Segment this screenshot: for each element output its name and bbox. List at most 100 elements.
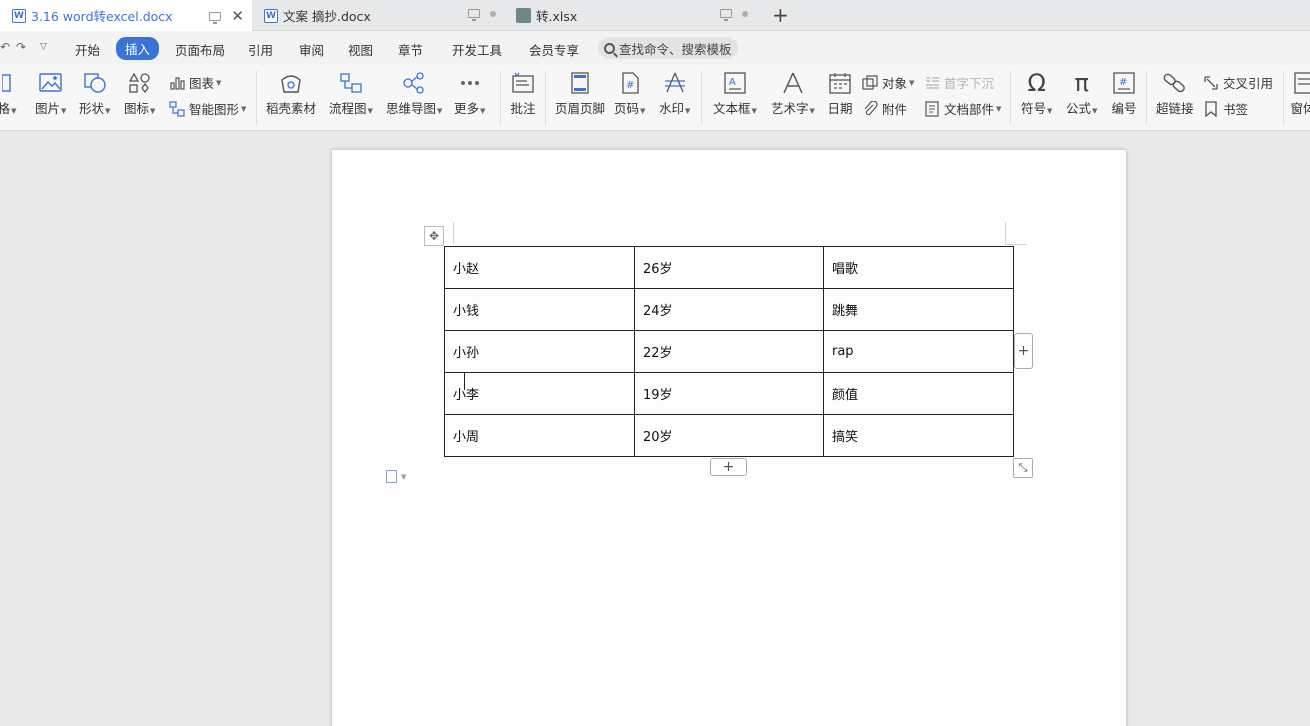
hyperlink-button[interactable]: 超链接	[1156, 70, 1194, 116]
chart-button[interactable]: 图表 ▼	[169, 73, 221, 92]
table-cell[interactable]: 唱歌	[823, 246, 1014, 289]
ribbon-separator	[500, 71, 501, 125]
close-icon[interactable]: ✕	[231, 9, 244, 24]
chart-icon	[169, 75, 185, 91]
numbering-button[interactable]: # 编号	[1111, 70, 1137, 116]
object-icon	[862, 74, 878, 91]
object-button[interactable]: 对象 ▼	[862, 73, 914, 92]
textbox-icon: A	[722, 70, 748, 96]
attachment-button[interactable]: 附件	[862, 99, 907, 118]
table-cell[interactable]: 19岁	[634, 372, 824, 415]
bookmark-button[interactable]: 书签	[1203, 99, 1248, 118]
smartart-icon	[169, 100, 185, 117]
menu-review[interactable]: 审阅	[299, 40, 324, 59]
table-cell[interactable]: 20岁	[634, 414, 824, 457]
ribbon-partial-left[interactable]: 格▼	[0, 70, 20, 118]
picture-button[interactable]: 图片▼	[35, 70, 66, 118]
menu-home[interactable]: 开始	[75, 40, 100, 59]
new-tab-plus-icon[interactable]: +	[772, 3, 789, 27]
omega-icon: Ω	[1027, 69, 1046, 97]
table-cell[interactable]: 小钱	[444, 288, 635, 331]
date-button[interactable]: 日期	[827, 70, 853, 116]
monitor-icon[interactable]	[720, 9, 732, 21]
chevron-down-icon: ▼	[401, 472, 407, 481]
table-row: 小周 20岁 搞笑	[444, 414, 1014, 457]
table-cell[interactable]: 22岁	[634, 330, 824, 373]
page-number-icon: #	[617, 70, 643, 96]
add-column-button[interactable]: +	[1014, 333, 1033, 369]
customize-toolbar-icon[interactable]: ▽	[40, 42, 47, 52]
menu-member[interactable]: 会员专享	[529, 40, 579, 59]
table-cell[interactable]: 小孙	[444, 330, 635, 373]
watermark-button[interactable]: 水印▼	[659, 70, 690, 118]
unsaved-dot-icon	[490, 10, 496, 17]
watermark-icon	[662, 70, 688, 96]
data-table[interactable]: 小赵 26岁 唱歌 小钱 24岁 跳舞 小孙 22岁 rap 小李 19岁 颜值…	[444, 246, 1014, 457]
search-placeholder: 查找命令、搜索模板	[619, 41, 732, 57]
picture-icon	[38, 70, 64, 96]
cross-reference-button[interactable]: 交叉引用	[1203, 73, 1273, 92]
word-doc-icon: W	[264, 8, 278, 23]
comment-button[interactable]: 批注	[510, 70, 536, 116]
bookmark-icon	[1203, 100, 1219, 117]
table-cell[interactable]: 24岁	[634, 288, 824, 331]
material-button[interactable]: 稻壳素材	[266, 70, 316, 116]
svg-text:A: A	[729, 77, 736, 88]
numbering-icon: #	[1111, 70, 1137, 96]
shape-icon	[82, 70, 108, 96]
flowchart-button[interactable]: 流程图▼	[329, 70, 373, 118]
table-cell[interactable]: 小周	[444, 414, 635, 457]
paragraph-options[interactable]: ▼	[386, 470, 406, 483]
unsaved-dot-icon	[742, 10, 748, 17]
menu-chapter[interactable]: 章节	[398, 40, 423, 59]
header-footer-icon	[567, 70, 593, 96]
pi-icon: π	[1074, 69, 1089, 97]
table-cell[interactable]: 小赵	[444, 246, 635, 289]
word-doc-icon: W	[12, 8, 26, 23]
icons-button[interactable]: 图标▼	[124, 70, 155, 118]
menu-insert[interactable]: 插入	[116, 37, 160, 60]
tab-document[interactable]: W 文案 摘抄.docx	[252, 0, 504, 31]
menu-view[interactable]: 视图	[348, 40, 373, 59]
table-cell[interactable]: 小李	[444, 372, 635, 415]
command-search[interactable]: 查找命令、搜索模板	[598, 37, 738, 59]
formula-button[interactable]: π 公式▼	[1066, 69, 1097, 118]
redo-icon[interactable]: ↷	[16, 40, 26, 54]
symbol-button[interactable]: Ω 符号▼	[1021, 69, 1052, 118]
doc-parts-button[interactable]: 文档部件 ▼	[924, 99, 1001, 118]
menu-references[interactable]: 引用	[248, 40, 273, 59]
table-move-handle-icon[interactable]: ✥	[424, 226, 444, 246]
form-button-partial[interactable]: 窗体	[1290, 70, 1310, 116]
svg-text:#: #	[626, 80, 634, 91]
dropcap-button[interactable]: 首字下沉	[924, 73, 994, 92]
ribbon-separator	[1146, 71, 1147, 125]
monitor-icon[interactable]	[468, 9, 480, 21]
add-row-button[interactable]: +	[710, 458, 747, 476]
header-footer-button[interactable]: 页眉页脚	[555, 70, 605, 116]
tab-document-active[interactable]: W 3.16 word转excel.docx ✕	[0, 0, 252, 31]
smartart-button[interactable]: 智能图形 ▼	[169, 99, 246, 118]
table-cell[interactable]: rap	[823, 330, 1014, 373]
shape-button[interactable]: 形状▼	[79, 70, 110, 118]
menu-page-layout[interactable]: 页面布局	[175, 40, 225, 59]
wordart-button[interactable]: 艺术字▼	[771, 70, 815, 118]
monitor-icon[interactable]	[209, 12, 222, 24]
table-cell[interactable]: 26岁	[634, 246, 824, 289]
table-resize-icon[interactable]: ⤡	[1013, 458, 1033, 478]
margin-guide	[1005, 244, 1027, 245]
margin-guide	[1005, 222, 1006, 244]
spreadsheet-icon	[516, 8, 531, 23]
cross-reference-icon	[1203, 75, 1219, 91]
table-cell[interactable]: 搞笑	[823, 414, 1014, 457]
tab-bar: W 3.16 word转excel.docx ✕ W 文案 摘抄.docx 转.…	[0, 0, 1310, 31]
more-button[interactable]: 更多▼	[454, 70, 485, 118]
tab-spreadsheet[interactable]: 转.xlsx	[504, 0, 756, 31]
undo-icon[interactable]: ↶	[0, 40, 10, 54]
mindmap-button[interactable]: 思维导图▼	[386, 70, 442, 118]
menu-developer[interactable]: 开发工具	[452, 40, 502, 59]
table-cell[interactable]: 颜值	[823, 372, 1014, 415]
text-cursor-icon	[464, 372, 466, 390]
table-cell[interactable]: 跳舞	[823, 288, 1014, 331]
textbox-button[interactable]: A 文本框▼	[713, 70, 757, 118]
page-number-button[interactable]: # 页码▼	[614, 70, 645, 118]
